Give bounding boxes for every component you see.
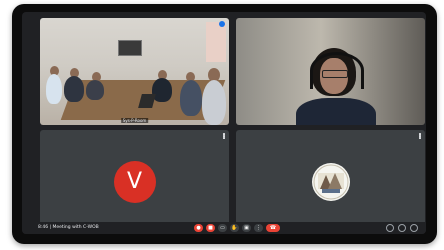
pin-icon[interactable] (219, 21, 225, 27)
meeting-room-tile[interactable]: Sys-P-Room (40, 18, 229, 125)
attendee (202, 80, 226, 125)
end-call-icon[interactable]: ☎ (266, 224, 280, 232)
captions-icon[interactable]: ▭ (218, 224, 227, 232)
present-icon[interactable]: ▣ (242, 224, 251, 232)
activities-icon[interactable] (410, 224, 418, 232)
meeting-toolbar: 8:46 | Meeting with C-WOB ● ■ ▭ ✋ ▣ ⋮ ☎ (22, 222, 426, 234)
participant-v-tile[interactable]: V Varun Dutt (40, 130, 229, 233)
attendee (64, 76, 84, 102)
call-controls: ● ■ ▭ ✋ ▣ ⋮ ☎ (194, 224, 280, 233)
info-icon[interactable] (386, 224, 394, 232)
people-icon[interactable] (398, 224, 406, 232)
attendee (46, 74, 62, 104)
participant-logo-tile[interactable]: Sas (236, 130, 425, 233)
room-window (206, 22, 226, 62)
camera-off-icon[interactable]: ■ (206, 224, 215, 232)
more-vert-icon[interactable] (223, 133, 225, 139)
meeting-info: 8:46 | Meeting with C-WOB (38, 225, 99, 230)
participant-name: Sys-P-Room (120, 118, 149, 123)
attendee (86, 80, 104, 100)
meet-window: Sys-P-Room V Varun Dutt (22, 12, 426, 234)
more-vert-icon[interactable] (419, 133, 421, 139)
raise-hand-icon[interactable]: ✋ (230, 224, 239, 232)
mic-off-icon[interactable]: ● (194, 224, 203, 232)
participant-body (296, 98, 376, 125)
logo-image (313, 164, 348, 199)
attendee (152, 78, 172, 102)
side-controls (386, 224, 418, 232)
more-options-icon[interactable]: ⋮ (254, 224, 263, 232)
headset (310, 52, 364, 89)
attendee (180, 80, 202, 116)
participant-video-tile[interactable] (236, 18, 425, 125)
avatar: V (113, 160, 156, 203)
meeting-time: 8:46 (38, 225, 49, 230)
device-frame: Sys-P-Room V Varun Dutt (12, 4, 437, 244)
meeting-title: Meeting with C-WOB (52, 225, 99, 230)
wall-screen (118, 40, 142, 56)
organization-logo (311, 162, 350, 201)
